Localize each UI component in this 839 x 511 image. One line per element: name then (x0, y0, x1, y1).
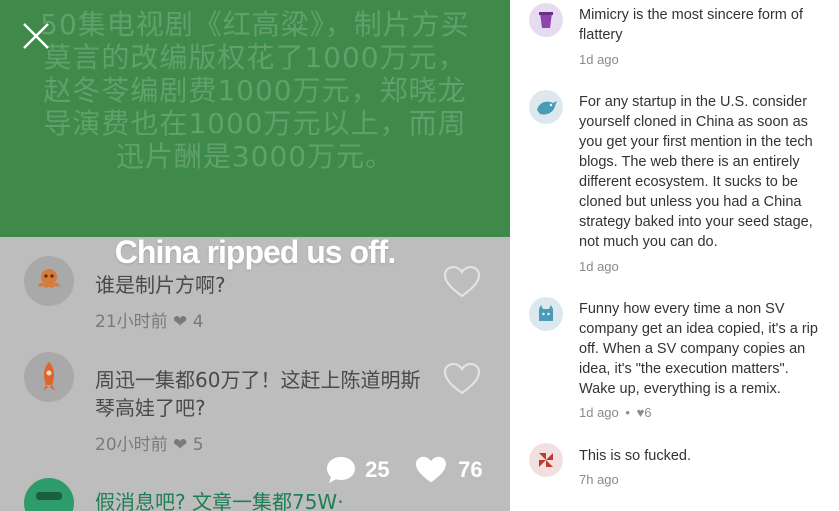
heart-small-icon: ❤ (173, 435, 188, 455)
comment-meta: 21小时前 ❤ 4 (95, 307, 204, 332)
pinwheel-icon (539, 453, 553, 467)
avatar[interactable] (24, 352, 74, 402)
avatar[interactable] (24, 256, 74, 306)
like-count-stat[interactable]: 76 (414, 455, 483, 485)
comment-meta: 20小时前 ❤ 5 (95, 430, 204, 455)
comment-text: This is so fucked. (579, 448, 692, 464)
comment-likes: 4 (192, 312, 204, 332)
comment-count-stat[interactable]: 25 (325, 455, 390, 485)
comment-count: 25 (365, 457, 390, 482)
comment-time: 7h ago (579, 472, 619, 487)
avatar[interactable] (529, 297, 563, 331)
comment-likes: 6 (644, 405, 652, 420)
comment-text: 假消息吧? 文章一集都75W· (95, 490, 344, 511)
bird-icon (537, 101, 557, 115)
comment-text: For any startup in the U.S. consider you… (579, 94, 813, 250)
heart-small-icon: ❤ (173, 312, 188, 332)
comment-time: 20小时前 (95, 435, 168, 455)
post-headline: China ripped us off. (114, 234, 396, 270)
rocket-icon (43, 362, 55, 391)
cat-icon (539, 305, 553, 321)
avatar[interactable] (24, 478, 74, 511)
like-heart-outline-icon[interactable] (443, 362, 481, 396)
comment-time: 21小时前 (95, 312, 168, 332)
comment-likes: 5 (192, 435, 204, 455)
heart-filled-icon (416, 456, 446, 483)
comment-text: 周迅一集都60万了！这赶上陈道明斯琴高娃了吧? (95, 368, 421, 420)
avatar[interactable] (529, 3, 563, 37)
post-detail-panel: 50集电视剧《红高粱》，制片方买莫言的改编版权花了1000万元，赵冬苓编剧费10… (0, 0, 510, 511)
ninja-icon (36, 492, 62, 500)
cup-icon (539, 12, 553, 28)
like-count: 76 (458, 457, 483, 482)
comment-text: Funny how every time a non SV company ge… (579, 301, 818, 397)
meta-separator: • (625, 405, 630, 420)
speech-bubble-icon (327, 457, 355, 483)
post-image-text: 50集电视剧《红高粱》，制片方买莫言的改编版权花了1000万元，赵冬苓编剧费10… (40, 8, 470, 173)
comment-time: 1d ago (579, 259, 619, 274)
avatar[interactable] (529, 443, 563, 477)
like-heart-outline-icon[interactable] (443, 265, 481, 299)
comment-text: Mimicry is the most sincere form of flat… (579, 7, 803, 43)
comment-text: 谁是制片方啊? (95, 273, 226, 297)
comment-list: Mimicry is the most sincere form of flat… (510, 0, 839, 511)
comment-meta: 1d ago • ♥6 (579, 405, 652, 420)
comment-time: 1d ago (579, 52, 619, 67)
post-image-background: 50集电视剧《红高粱》，制片方买莫言的改编版权花了1000万元，赵冬苓编剧费10… (0, 0, 510, 237)
close-icon[interactable] (18, 18, 54, 54)
avatar[interactable] (529, 90, 563, 124)
comment-time: 1d ago (579, 405, 619, 420)
octopus-icon (37, 269, 61, 289)
